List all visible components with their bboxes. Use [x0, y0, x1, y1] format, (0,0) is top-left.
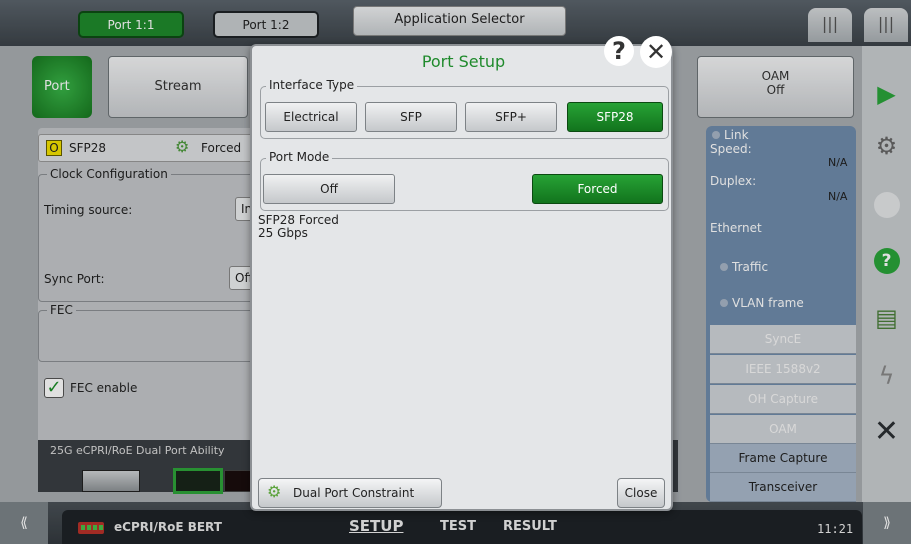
status-line-2: 25 Gbps: [258, 226, 308, 240]
port-setup-dialog: Port Setup ? ✕ Interface Type Electrical…: [250, 36, 673, 511]
interface-type-title: Interface Type: [266, 78, 358, 92]
help-icon[interactable]: ?: [604, 36, 634, 66]
port-mode-title: Port Mode: [266, 150, 333, 164]
mode-off-button[interactable]: Off: [263, 174, 395, 204]
interface-sfp28-button[interactable]: SFP28: [567, 102, 663, 132]
close-button[interactable]: Close: [617, 478, 665, 508]
gear-icon: ⚙: [267, 482, 282, 501]
interface-electrical-button[interactable]: Electrical: [265, 102, 357, 132]
interface-sfp-button[interactable]: SFP: [365, 102, 457, 132]
dual-port-constraint-label: Dual Port Constraint: [293, 486, 415, 500]
close-icon[interactable]: ✕: [640, 36, 672, 68]
port-mode-group: Port Mode Off Forced: [260, 150, 669, 211]
dual-port-constraint-button[interactable]: ⚙ Dual Port Constraint: [258, 478, 442, 508]
interface-sfp-plus-button[interactable]: SFP+: [465, 102, 557, 132]
mode-forced-button[interactable]: Forced: [532, 174, 663, 204]
port-status-text: SFP28 Forced 25 Gbps: [258, 214, 339, 240]
interface-type-group: Interface Type Electrical SFP SFP+ SFP28: [260, 78, 669, 139]
